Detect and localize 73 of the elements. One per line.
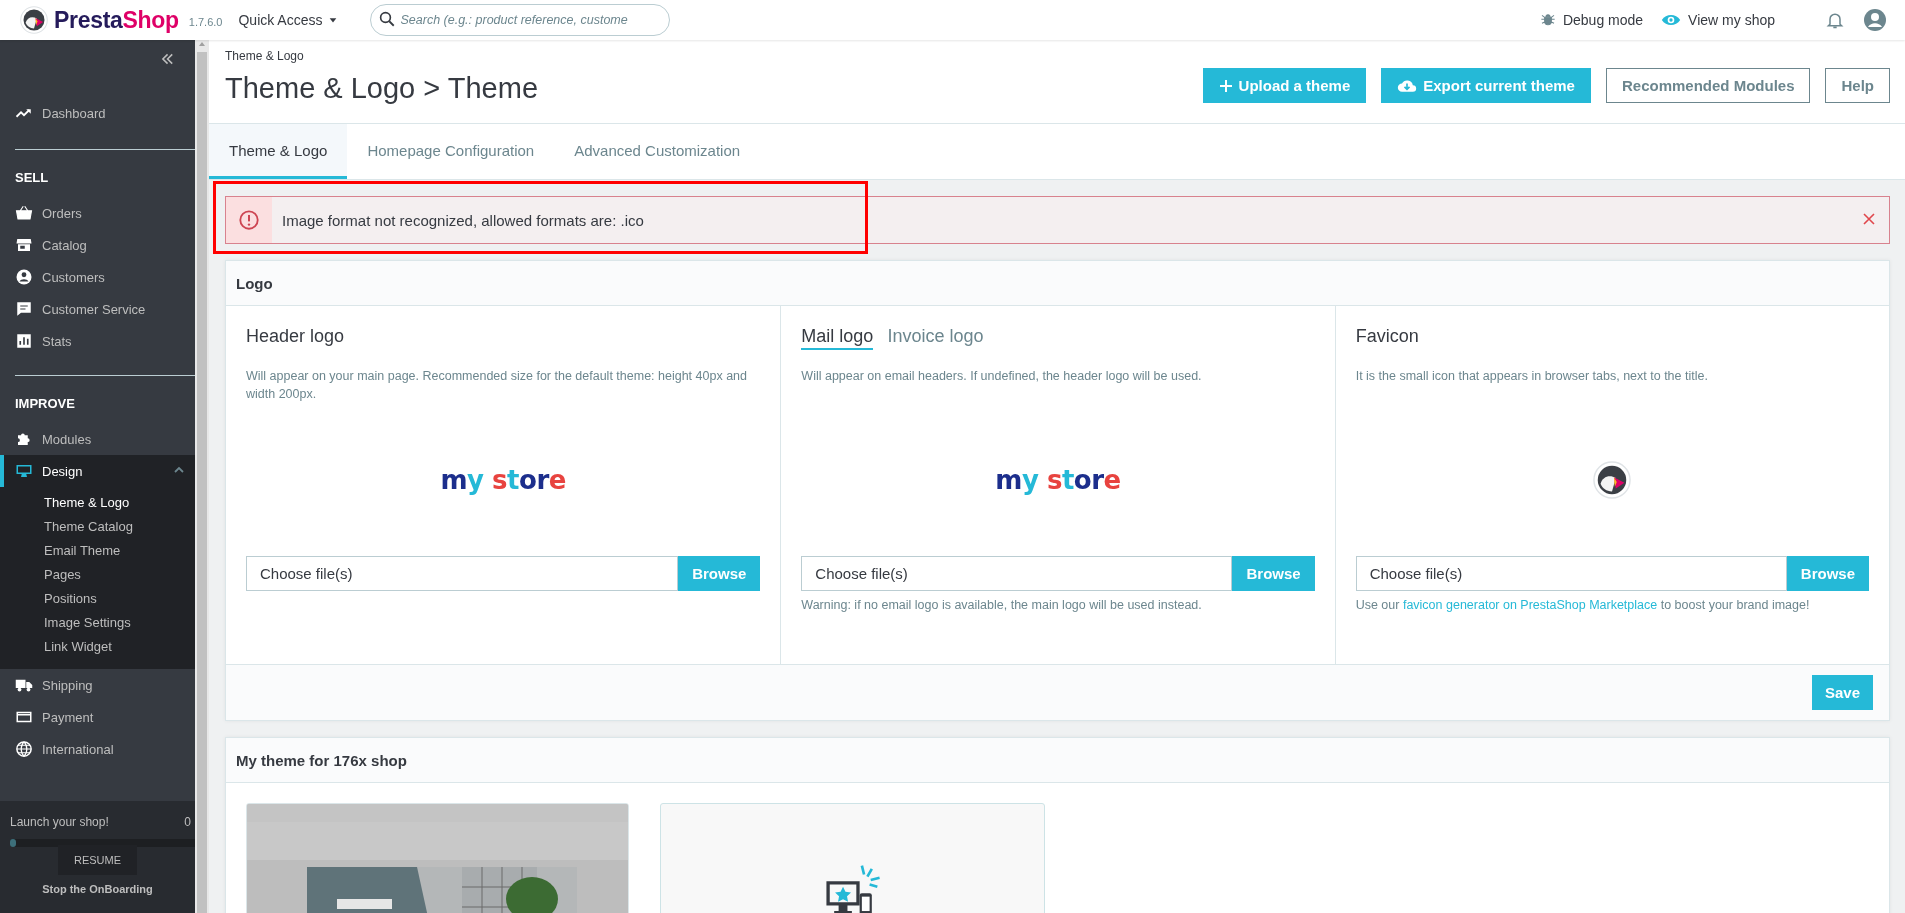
description: It is the small icon that appears in browser tabs, next to the title. bbox=[1355, 368, 1709, 385]
person-icon bbox=[15, 268, 33, 286]
sidebar-subitem[interactable]: Image Settings bbox=[0, 611, 195, 635]
help-text: Use our favicon generator on PrestaShop Marketplace to boost your brand image! bbox=[1355, 598, 1811, 612]
version-label: 1.7.6.0 bbox=[188, 16, 223, 28]
caret-icon bbox=[327, 15, 338, 25]
sidebar-subitem[interactable]: Pages bbox=[0, 563, 195, 587]
sidebar-subitem[interactable]: Link Widget bbox=[0, 635, 195, 659]
tab[interactable]: Theme & Logo bbox=[209, 124, 348, 179]
sidebar-item[interactable]: Dashboard bbox=[15, 97, 195, 129]
quick-access-menu[interactable]: Quick Access bbox=[238, 12, 338, 28]
scrollbar[interactable] bbox=[195, 40, 209, 913]
monitor-icon bbox=[15, 462, 33, 480]
bug-icon bbox=[1539, 12, 1556, 28]
stop-onboarding-link[interactable]: Stop the OnBoarding bbox=[42, 883, 153, 895]
onboarding-label: Launch your shop! bbox=[10, 815, 109, 829]
description: Will appear on your main page. Recommended size for the default theme: height 40px and width 200px. bbox=[246, 368, 748, 403]
search-field[interactable]: Search (e.g.: product reference, custome bbox=[369, 4, 670, 36]
column-title: Header logo bbox=[246, 326, 345, 348]
file-field[interactable]: Choose file(s) bbox=[1355, 556, 1787, 591]
view-shop-link[interactable]: View my shop bbox=[1661, 10, 1775, 30]
toolbar-button[interactable]: Recommended Modules bbox=[1605, 68, 1811, 103]
sidebar-subitem[interactable]: Email Theme bbox=[0, 539, 195, 563]
sidebar-item[interactable]: Orders bbox=[15, 197, 195, 229]
bird-icon bbox=[1593, 461, 1632, 499]
plus-icon bbox=[1218, 78, 1233, 93]
column-title: Favicon bbox=[1355, 326, 1419, 348]
sidebar-item[interactable]: Shipping bbox=[0, 669, 195, 701]
user-avatar-icon bbox=[1863, 8, 1887, 32]
logo-tab[interactable]: Mail logo bbox=[801, 326, 874, 350]
collapse-icon bbox=[159, 52, 173, 66]
sidebar-item[interactable]: International bbox=[0, 733, 195, 765]
section-heading: IMPROVE bbox=[14, 395, 76, 413]
breadcrumb: Theme & Logo bbox=[225, 49, 304, 63]
file-field[interactable]: Choose file(s) bbox=[246, 556, 679, 591]
globe-icon bbox=[15, 740, 33, 758]
progress-percent: 0 bbox=[184, 815, 191, 829]
store-logo: my store bbox=[995, 465, 1121, 495]
sidebar-item[interactable]: Design bbox=[0, 455, 195, 487]
search-icon bbox=[377, 10, 396, 28]
sidebar-item[interactable]: Catalog bbox=[15, 229, 195, 261]
panel-header: Logo bbox=[226, 261, 1889, 306]
sidebar-subitem[interactable]: Theme & Logo bbox=[0, 491, 195, 515]
debug-mode-link[interactable]: Debug mode bbox=[1539, 12, 1644, 28]
section-heading: SELL bbox=[15, 169, 50, 187]
description: Will appear on email headers. If undefined, the header logo will be used. bbox=[801, 368, 1203, 385]
toolbar-button[interactable]: Help bbox=[1825, 68, 1890, 103]
store-icon bbox=[15, 236, 33, 254]
sidebar-subitem[interactable]: Theme Catalog bbox=[0, 515, 195, 539]
help-text: Warning: if no email logo is available, the main logo will be used instead. bbox=[801, 598, 1203, 612]
bar-chart-icon bbox=[15, 332, 33, 350]
tab[interactable]: Advanced Customization bbox=[554, 124, 761, 179]
sidebar-item[interactable]: Payment bbox=[0, 701, 195, 733]
resume-button[interactable]: RESUME bbox=[57, 845, 138, 875]
error-icon bbox=[238, 209, 260, 231]
alert-message: Image format not recognized, allowed formats are: .ico bbox=[282, 211, 644, 229]
sidebar-item[interactable]: Stats bbox=[15, 325, 195, 357]
sidebar-subitem[interactable]: Positions bbox=[0, 587, 195, 611]
sidebar-item[interactable]: Customer Service bbox=[15, 293, 195, 325]
page-title: Theme & Logo > Theme bbox=[225, 72, 538, 105]
brand-logo: PrestaShop bbox=[54, 6, 179, 34]
file-field[interactable]: Choose file(s) bbox=[801, 556, 1233, 591]
basket-icon bbox=[15, 204, 33, 222]
sidebar-item[interactable]: Modules bbox=[0, 423, 195, 455]
scroll-arrow-icon[interactable] bbox=[198, 40, 206, 48]
bird-logo-icon bbox=[20, 6, 48, 34]
store-logo: my store bbox=[440, 465, 566, 495]
chat-icon bbox=[15, 300, 33, 318]
sidebar-item[interactable]: Customers bbox=[15, 261, 195, 293]
panel-header: My theme for 176x shop bbox=[226, 738, 1889, 783]
logo-tab[interactable]: Invoice logo bbox=[887, 326, 984, 350]
close-icon bbox=[1863, 213, 1875, 225]
tab[interactable]: Homepage Configuration bbox=[347, 124, 555, 179]
